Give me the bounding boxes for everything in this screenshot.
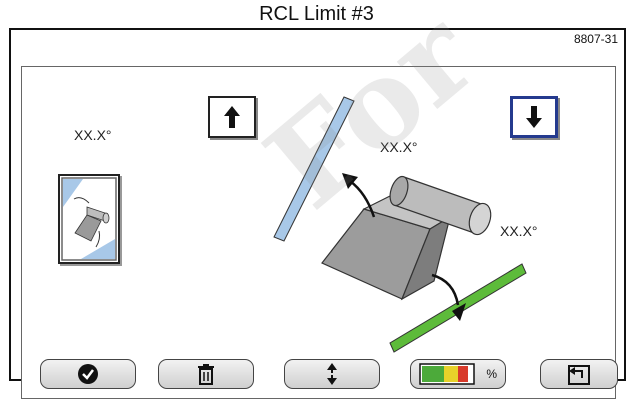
up-arrow-icon <box>224 106 240 128</box>
limit-mode-tile[interactable] <box>58 174 120 264</box>
vertical-arrows-icon <box>327 363 337 385</box>
limit-mode-icon <box>61 177 117 261</box>
trash-icon <box>198 364 214 385</box>
up-arrow-button[interactable] <box>208 96 256 138</box>
angle-readout-lower: XX.X° <box>500 223 538 239</box>
page-title: RCL Limit #3 <box>259 3 374 25</box>
display-screen: XX.X° XX.X° XX.X° % <box>21 66 618 399</box>
figure-frame: 8807-31 XX.X° XX.X° XX.X° % <box>9 28 626 399</box>
figure-id: 8807-31 <box>573 32 618 46</box>
percent-label: % <box>486 367 497 381</box>
check-circle-icon <box>78 364 98 384</box>
angle-readout-upper: XX.X° <box>380 139 418 155</box>
return-icon <box>568 365 590 385</box>
upper-limit-bar <box>273 96 355 242</box>
percent-gauge-icon <box>419 363 475 385</box>
angle-readout-top-left: XX.X° <box>74 127 112 143</box>
